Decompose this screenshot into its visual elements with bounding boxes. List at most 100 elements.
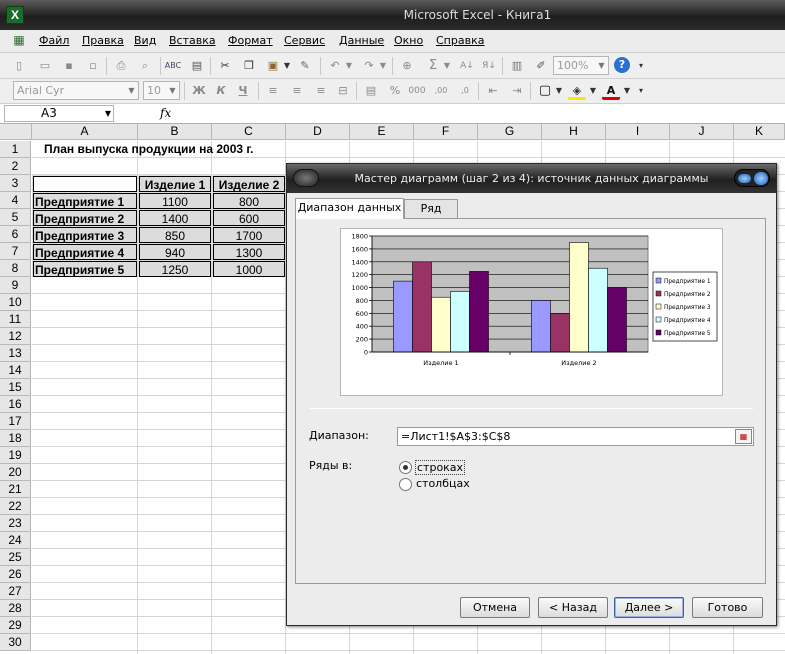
menu-edit[interactable]: Правка: [82, 34, 124, 47]
menu-window[interactable]: Окно: [394, 34, 423, 47]
permission-icon[interactable]: ▫: [84, 57, 102, 75]
row-header[interactable]: 3: [0, 175, 31, 192]
row-header[interactable]: 23: [0, 515, 31, 532]
row-header[interactable]: 20: [0, 464, 31, 481]
research-icon[interactable]: ▤: [188, 57, 206, 75]
autosum-dropdown-icon[interactable]: ▼: [442, 57, 452, 75]
row-header[interactable]: 6: [0, 226, 31, 243]
help-icon[interactable]: ?: [614, 57, 630, 73]
collapse-dialog-icon[interactable]: ▦: [735, 429, 752, 444]
radio-columns-label[interactable]: столбцах: [416, 477, 470, 490]
paste-icon[interactable]: ▣: [264, 57, 282, 75]
fill-color-icon[interactable]: ◈: [568, 82, 586, 100]
column-header[interactable]: K: [734, 124, 785, 140]
new-icon[interactable]: ▯: [10, 57, 28, 75]
align-right-icon[interactable]: ≡: [312, 82, 330, 100]
tab-series[interactable]: Ряд: [404, 199, 458, 219]
back-button[interactable]: < Назад: [538, 597, 608, 618]
undo-dropdown-icon[interactable]: ▼: [344, 57, 354, 75]
column-header[interactable]: B: [138, 124, 212, 140]
save-icon[interactable]: ▪: [60, 57, 78, 75]
sheet-title[interactable]: План выпуска продукции на 2003 г.: [44, 141, 254, 157]
data-cell[interactable]: 1100: [139, 193, 211, 209]
data-cell[interactable]: 1700: [213, 227, 285, 243]
menu-format[interactable]: Формат: [228, 34, 273, 47]
borders-icon[interactable]: ▢: [536, 82, 554, 100]
column-header[interactable]: H: [542, 124, 606, 140]
row-header[interactable]: 16: [0, 396, 31, 413]
row-header[interactable]: 7: [0, 243, 31, 260]
paste-dropdown-icon[interactable]: ▼: [282, 57, 292, 75]
print-preview-icon[interactable]: ⌕: [136, 57, 154, 75]
data-cell[interactable]: 800: [213, 193, 285, 209]
row-header[interactable]: 14: [0, 362, 31, 379]
decrease-indent-icon[interactable]: ⇤: [484, 82, 502, 100]
copy-icon[interactable]: ❐: [240, 57, 258, 75]
autosum-icon[interactable]: Σ: [424, 57, 442, 75]
column-header[interactable]: C: [212, 124, 286, 140]
hyperlink-icon[interactable]: ⊕: [398, 57, 416, 75]
sort-ascending-icon[interactable]: A↓: [458, 57, 476, 75]
column-header[interactable]: I: [606, 124, 670, 140]
row-header[interactable]: 29: [0, 617, 31, 634]
toolbar-options-icon[interactable]: ▾: [636, 82, 646, 100]
row-header[interactable]: 18: [0, 430, 31, 447]
column-header[interactable]: D: [286, 124, 350, 140]
radio-rows[interactable]: [399, 461, 412, 474]
row-header[interactable]: 2: [0, 158, 31, 175]
data-cell[interactable]: 1000: [213, 261, 285, 277]
redo-icon[interactable]: ↷: [360, 57, 378, 75]
name-box[interactable]: A3 ▼: [4, 105, 114, 122]
align-center-icon[interactable]: ≡: [288, 82, 306, 100]
chart-wizard-icon[interactable]: ▥: [508, 57, 526, 75]
row-header[interactable]: 30: [0, 634, 31, 651]
drawing-icon[interactable]: ✐: [532, 57, 550, 75]
column-header[interactable]: G: [478, 124, 542, 140]
font-color-icon[interactable]: A: [602, 82, 620, 100]
align-left-icon[interactable]: ≡: [264, 82, 282, 100]
next-button[interactable]: Далее >: [614, 597, 684, 618]
data-cell[interactable]: 850: [139, 227, 211, 243]
format-painter-icon[interactable]: ✎: [296, 57, 314, 75]
row-header[interactable]: 19: [0, 447, 31, 464]
menu-help[interactable]: Справка: [436, 34, 484, 47]
open-icon[interactable]: ▭: [36, 57, 54, 75]
fx-icon[interactable]: fx: [160, 106, 171, 120]
row-header[interactable]: 15: [0, 379, 31, 396]
decrease-decimal-icon[interactable]: ,0: [456, 82, 474, 100]
row-header[interactable]: 26: [0, 566, 31, 583]
tab-data-range[interactable]: Диапазон данных: [295, 198, 404, 219]
range-input[interactable]: =Лист1!$A$3:$C$8 ▦: [397, 427, 754, 446]
column-header[interactable]: F: [414, 124, 478, 140]
menu-data[interactable]: Данные: [339, 34, 384, 47]
sort-descending-icon[interactable]: Я↓: [480, 57, 498, 75]
workbook-icon[interactable]: ▦: [10, 31, 28, 49]
row-header[interactable]: 8: [0, 260, 31, 277]
underline-button[interactable]: Ч: [234, 82, 252, 100]
percent-icon[interactable]: %: [386, 82, 404, 100]
row-label[interactable]: Предприятие 1: [33, 193, 137, 209]
row-header[interactable]: 5: [0, 209, 31, 226]
row-label[interactable]: Предприятие 5: [33, 261, 137, 277]
row-header[interactable]: 10: [0, 294, 31, 311]
dialog-titlebar[interactable]: Мастер диаграмм (шаг 2 из 4): источник д…: [287, 164, 776, 193]
row-header[interactable]: 21: [0, 481, 31, 498]
data-cell[interactable]: 600: [213, 210, 285, 226]
row-header[interactable]: 4: [0, 192, 31, 209]
row-header[interactable]: 12: [0, 328, 31, 345]
zoom-select[interactable]: 100% ▼: [553, 56, 609, 75]
menu-insert[interactable]: Вставка: [169, 34, 216, 47]
data-cell[interactable]: 940: [139, 244, 211, 260]
finish-button[interactable]: Готово: [692, 597, 763, 618]
row-label[interactable]: Предприятие 2: [33, 210, 137, 226]
row-header[interactable]: 13: [0, 345, 31, 362]
cell-a3[interactable]: [33, 176, 137, 192]
data-cell[interactable]: 1400: [139, 210, 211, 226]
merge-center-icon[interactable]: ⊟: [334, 82, 352, 100]
row-label[interactable]: Предприятие 3: [33, 227, 137, 243]
increase-decimal-icon[interactable]: ,00: [432, 82, 450, 100]
help-button-icon[interactable]: [738, 174, 751, 183]
borders-dropdown-icon[interactable]: ▼: [554, 82, 564, 100]
column-header[interactable]: E: [350, 124, 414, 140]
column-header[interactable]: J: [670, 124, 734, 140]
